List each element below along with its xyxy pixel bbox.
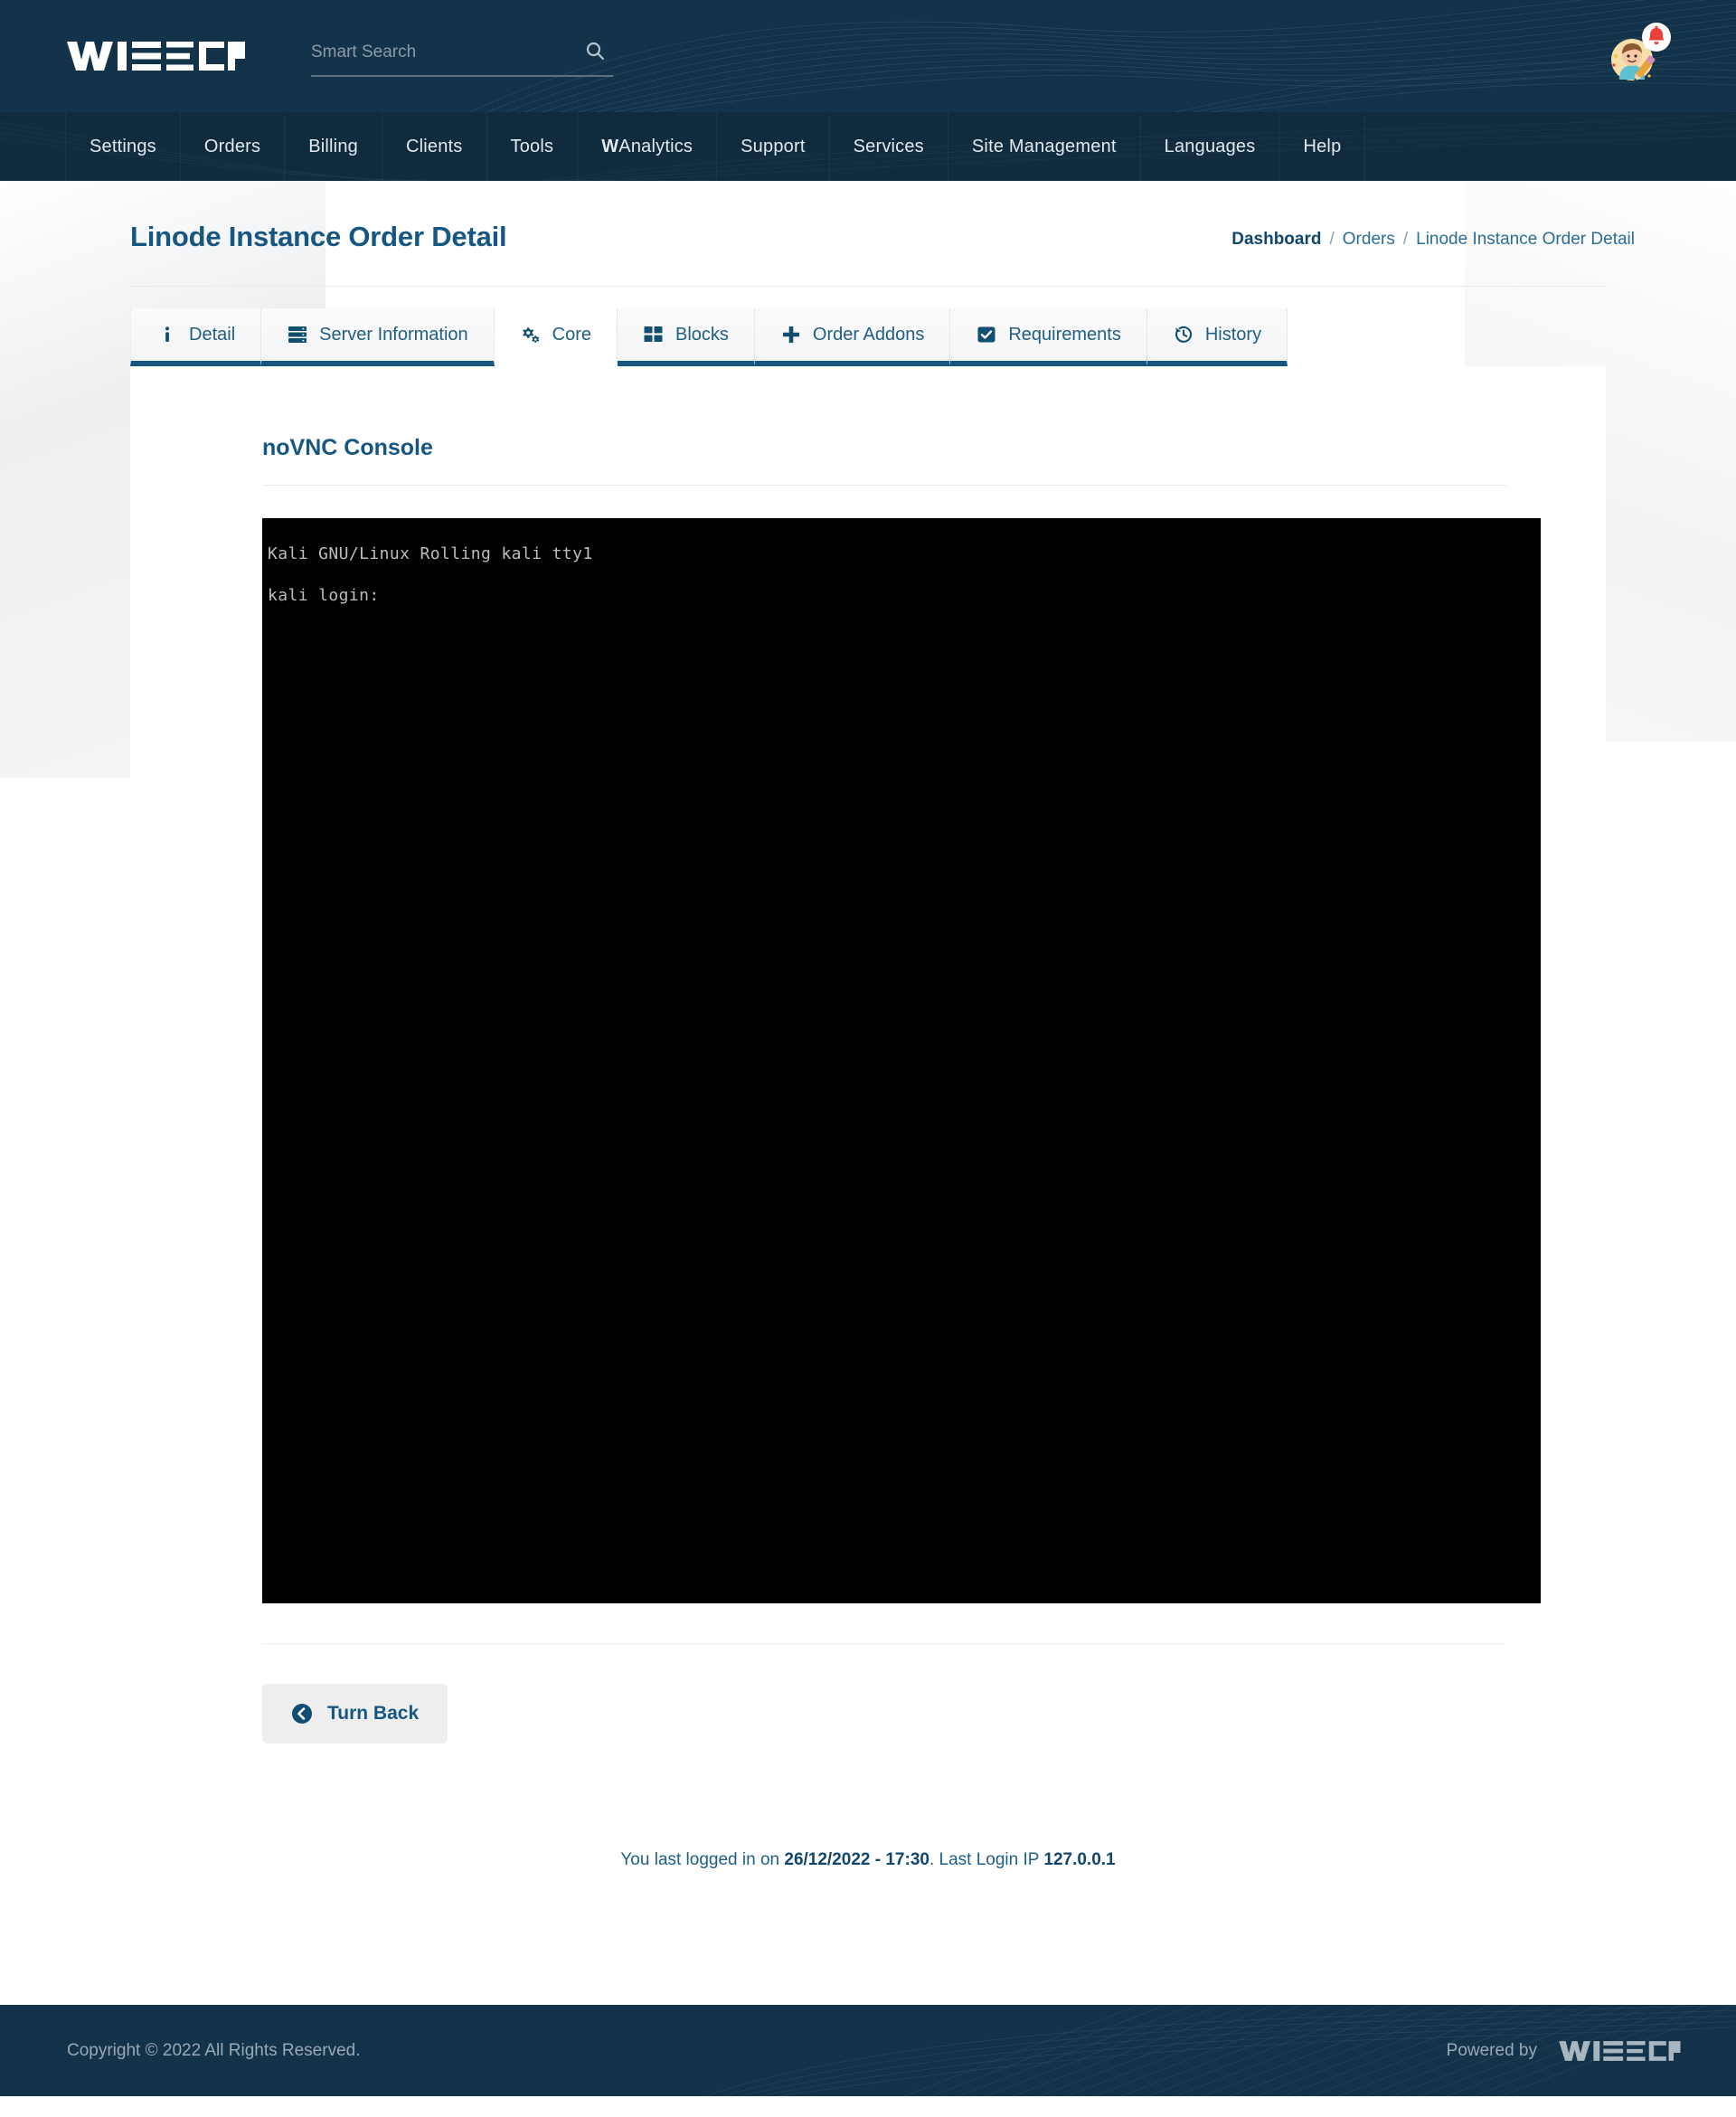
nav-items: Settings Orders Billing Clients Tools WA… <box>0 112 1736 181</box>
user-avatar-icon[interactable] <box>1604 22 1673 90</box>
plus-icon <box>780 324 802 345</box>
breadcrumb-separator: / <box>1402 230 1409 249</box>
smart-search-box[interactable] <box>311 35 613 77</box>
nav-label: Billing <box>308 136 358 156</box>
circle-chevron-left-icon <box>291 1703 313 1725</box>
breadcrumb-dashboard[interactable]: Dashboard <box>1231 230 1321 250</box>
user-avatar-button[interactable] <box>1604 22 1673 90</box>
powered-by: Powered by <box>1447 2037 1682 2065</box>
nav-label: Tools <box>510 136 554 156</box>
panel-actions: Turn Back <box>130 1644 1606 1744</box>
history-clock-icon <box>1173 324 1194 345</box>
turn-back-label: Turn Back <box>327 1703 420 1724</box>
nav-label-prefix: W <box>601 136 619 156</box>
page-body: Linode Instance Order Detail Dashboard /… <box>0 181 1736 2005</box>
nav-item-tools[interactable]: Tools <box>487 112 579 181</box>
section-title: noVNC Console <box>262 435 433 460</box>
tab-detail[interactable]: Detail <box>130 308 262 366</box>
breadcrumb-current: Linode Instance Order Detail <box>1416 230 1635 249</box>
nav-item-billing[interactable]: Billing <box>285 112 382 181</box>
last-login-prefix: You last logged in on <box>620 1850 785 1869</box>
nav-item-site-management[interactable]: Site Management <box>948 112 1141 181</box>
tab-server-information[interactable]: Server Information <box>261 308 495 366</box>
console-line: Kali GNU/Linux Rolling kali tty1 <box>268 544 593 563</box>
page-title: Linode Instance Order Detail <box>130 221 507 252</box>
nav-label: Help <box>1303 136 1342 156</box>
nav-item-support[interactable]: Support <box>717 112 830 181</box>
tab-order-addons[interactable]: Order Addons <box>754 308 951 366</box>
tab-label: Requirements <box>1008 325 1121 345</box>
nav-item-clients[interactable]: Clients <box>382 112 487 181</box>
site-footer: Copyright © 2022 All Rights Reserved. Po… <box>0 2005 1736 2096</box>
search-input[interactable] <box>311 43 564 68</box>
nav-label: Orders <box>203 136 261 156</box>
last-login-datetime: 26/12/2022 - 17:30 <box>784 1850 929 1869</box>
order-detail-tabs: Detail Server Information Core Blocks Or… <box>130 308 1638 366</box>
tab-history[interactable]: History <box>1146 308 1288 366</box>
section-divider <box>262 485 1506 486</box>
console-line: kali login: <box>268 586 380 606</box>
breadcrumb-separator: / <box>1329 230 1335 249</box>
nav-item-services[interactable]: Services <box>830 112 948 181</box>
tab-label: Blocks <box>675 325 729 345</box>
tab-label: Server Information <box>319 325 468 345</box>
breadcrumb-orders[interactable]: Orders <box>1343 230 1395 250</box>
nav-label: Site Management <box>971 136 1117 156</box>
core-panel: noVNC Console Kali GNU/Linux Rolling kal… <box>130 366 1606 1744</box>
tab-blocks[interactable]: Blocks <box>618 308 755 366</box>
tab-label: Core <box>552 325 592 345</box>
checkbox-icon <box>976 324 997 345</box>
tab-core[interactable]: Core <box>494 308 618 366</box>
turn-back-button[interactable]: Turn Back <box>262 1684 448 1744</box>
last-login-status: You last logged in on 26/12/2022 - 17:30… <box>98 1744 1638 1870</box>
novnc-console-screen[interactable]: Kali GNU/Linux Rolling kali tty1 kali lo… <box>262 518 1541 1603</box>
search-icon[interactable] <box>584 40 606 66</box>
tab-label: History <box>1204 325 1262 345</box>
nav-label: Settings <box>90 136 156 156</box>
nav-label: Clients <box>405 136 463 156</box>
nav-label: Languages <box>1164 136 1256 156</box>
blocks-icon <box>643 324 665 345</box>
nav-item-help[interactable]: Help <box>1279 112 1366 181</box>
tab-label: Detail <box>189 325 236 345</box>
info-icon <box>156 324 178 345</box>
nav-item-wanalytics[interactable]: W Analytics <box>578 112 718 181</box>
panel-inner: noVNC Console Kali GNU/Linux Rolling kal… <box>130 435 1606 1603</box>
title-divider <box>130 286 1606 287</box>
nav-item-orders[interactable]: Orders <box>181 112 286 181</box>
main-navigation: Settings Orders Billing Clients Tools WA… <box>0 112 1736 181</box>
wisecp-logo[interactable] <box>65 36 246 76</box>
copyright-text: Copyright © 2022 All Rights Reserved. <box>67 2040 361 2060</box>
server-icon <box>287 324 308 345</box>
page-header-row: Linode Instance Order Detail Dashboard /… <box>98 221 1638 277</box>
last-login-ip: 127.0.0.1 <box>1043 1850 1116 1869</box>
footer-inner: Copyright © 2022 All Rights Reserved. Po… <box>0 2005 1736 2096</box>
wisecp-footer-logo[interactable] <box>1557 2037 1682 2065</box>
tab-label: Order Addons <box>812 325 925 345</box>
content-container: Linode Instance Order Detail Dashboard /… <box>98 181 1638 1870</box>
breadcrumb: Dashboard / Orders / Linode Instance Ord… <box>1231 221 1635 250</box>
nav-label: Support <box>741 136 806 156</box>
site-header <box>0 0 1736 112</box>
nav-item-languages[interactable]: Languages <box>1141 112 1280 181</box>
nav-label: Services <box>853 136 924 156</box>
gears-icon <box>520 324 542 345</box>
last-login-middle: . Last Login IP <box>929 1850 1044 1869</box>
nav-label: Analytics <box>618 136 693 156</box>
tab-requirements[interactable]: Requirements <box>950 308 1147 366</box>
powered-by-label: Powered by <box>1446 2040 1537 2060</box>
nav-item-settings[interactable]: Settings <box>65 112 181 181</box>
